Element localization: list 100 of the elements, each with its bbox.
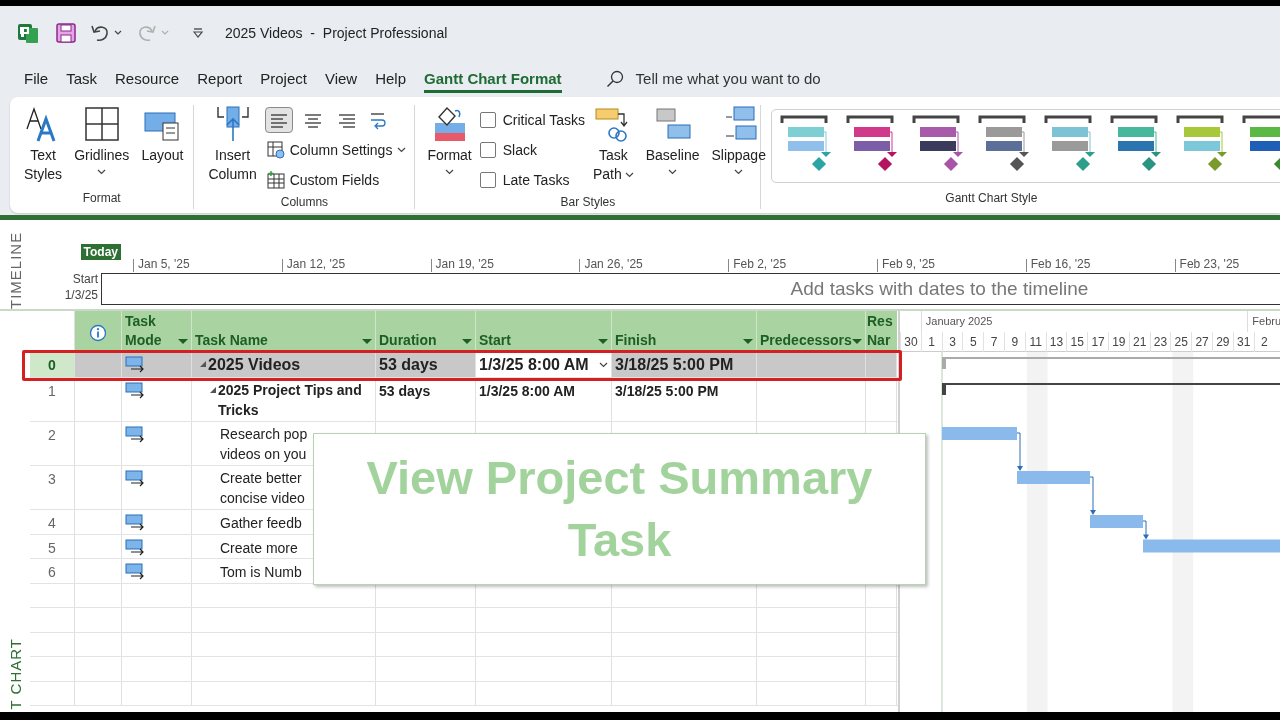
day-label: 21 <box>1128 332 1150 352</box>
ribbon-button[interactable]: Gridlines <box>70 105 134 191</box>
save-icon[interactable] <box>55 22 77 44</box>
summary-bar[interactable] <box>942 383 1280 395</box>
task-path-icon <box>595 108 628 142</box>
caret-icon <box>624 171 634 178</box>
row-number[interactable]: 3 <box>30 466 75 509</box>
filter-arrow-icon[interactable] <box>852 339 862 345</box>
dependency-arrow <box>1016 432 1023 471</box>
day-label: 5 <box>962 332 984 352</box>
group-label: Format <box>81 191 122 207</box>
day-label: 17 <box>1087 332 1108 352</box>
start-label: Start <box>72 271 99 287</box>
ribbon-button[interactable]: Task Path <box>588 105 638 195</box>
view-label: T CHART <box>6 637 24 709</box>
menu-tab[interactable]: Resource <box>115 60 194 97</box>
paint-bucket-icon <box>434 107 465 141</box>
layout-icon <box>144 112 179 141</box>
task-name: 2025 Project Tips and Tricks <box>218 381 362 420</box>
menu-tab[interactable]: View <box>324 60 372 97</box>
date-tick: Jan 5, '25 <box>133 259 282 272</box>
row-number[interactable]: 6 <box>30 559 75 583</box>
font-icon <box>26 107 56 143</box>
ribbon-button[interactable]: Format <box>423 105 476 195</box>
slippage-icon <box>725 106 757 140</box>
filter-arrow-icon[interactable] <box>598 339 608 345</box>
ribbon-button[interactable]: Slippage <box>707 105 770 195</box>
filter-arrow-icon[interactable] <box>743 339 753 345</box>
dependency-arrow <box>1089 476 1096 515</box>
customize-toolbar-icon[interactable] <box>191 26 205 40</box>
row-number[interactable]: 4 <box>30 510 75 534</box>
ribbon-button[interactable]: Insert Column <box>204 105 261 195</box>
custom-fields-button[interactable]: Custom Fields <box>264 165 409 195</box>
filter-arrow-icon[interactable] <box>362 339 372 345</box>
checkbox[interactable]: Late Tasks <box>479 165 585 195</box>
caret-icon[interactable] <box>114 30 122 36</box>
auto-schedule-icon <box>125 538 145 556</box>
caret-icon <box>97 169 107 175</box>
app-logo-icon[interactable] <box>17 22 39 44</box>
column-settings-button[interactable]: Column Settings <box>264 135 409 165</box>
caret-icon <box>668 169 678 175</box>
menu-tab[interactable]: Project <box>260 60 321 97</box>
day-label: 3 <box>941 332 963 352</box>
group-label: Columns <box>279 195 330 209</box>
month-label: January 2025 <box>925 315 993 327</box>
view-label: TIMELINE <box>6 230 24 309</box>
date-tick: Feb 16, '25 <box>1025 259 1175 272</box>
checkbox[interactable]: Slack <box>479 135 585 165</box>
day-label: 2 <box>1253 332 1275 352</box>
checkbox[interactable]: Critical Tasks <box>479 105 585 135</box>
dependency-arrow <box>1142 520 1149 540</box>
ribbon-button[interactable]: Baseline <box>641 105 704 195</box>
column-header[interactable]: Task Name <box>195 331 268 350</box>
finish-date-text: 3/18/25 5:00 PM <box>615 383 719 399</box>
auto-schedule-icon <box>125 356 145 373</box>
task-name: Create better concise video <box>220 469 305 508</box>
column-header[interactable]: Start <box>479 331 511 350</box>
window-title: 2025 Videos - Project Professional <box>225 25 448 41</box>
task-name: 2025 Videos <box>208 355 301 375</box>
day-label: 9 <box>1004 332 1025 352</box>
menu-tab[interactable]: File <box>24 60 63 97</box>
ribbon-button[interactable]: Text Styles <box>20 105 67 191</box>
filter-arrow-icon[interactable] <box>178 339 188 345</box>
caret-icon <box>397 147 407 153</box>
table-add-icon <box>266 171 285 189</box>
search-icon[interactable] <box>605 69 624 88</box>
day-label: 29 <box>1211 332 1233 352</box>
column-header[interactable]: Finish <box>615 331 657 350</box>
search-field[interactable]: Tell me what you want to do <box>635 70 821 87</box>
gridlines-icon <box>85 107 119 141</box>
caret-icon <box>599 361 608 368</box>
collapse-icon[interactable] <box>200 361 206 367</box>
info-icon <box>89 323 107 342</box>
ribbon-button[interactable]: Layout <box>137 105 188 191</box>
date-tick: Feb 23, '25 <box>1174 259 1280 272</box>
align-button[interactable] <box>264 107 293 133</box>
start-date-text: 1/3/25 8:00 AM <box>479 354 589 375</box>
date-tick: Jan 12, '25 <box>281 259 431 272</box>
auto-schedule-icon <box>125 426 145 443</box>
auto-schedule-icon <box>125 514 145 531</box>
menu-tab[interactable]: Help <box>375 60 421 97</box>
row-number[interactable]: 1 <box>30 378 75 421</box>
day-label: 30 <box>900 332 921 352</box>
caret-icon <box>445 169 455 175</box>
day-label: 1 <box>920 332 942 352</box>
menu-tab[interactable]: Gantt Chart Format <box>424 60 576 97</box>
collapse-icon[interactable] <box>210 387 216 393</box>
auto-schedule-icon <box>125 382 145 399</box>
duration-text: 53 days <box>379 356 438 373</box>
timeline-bar[interactable]: Add tasks with dates to the timeline <box>101 273 1280 305</box>
menu-tab[interactable]: Report <box>197 60 257 97</box>
start-date-text: 1/3/25 8:00 AM <box>479 383 575 399</box>
filter-arrow-icon[interactable] <box>462 339 472 345</box>
insert-column-icon <box>216 106 249 142</box>
row-number[interactable]: 2 <box>30 422 75 465</box>
menu-tab[interactable]: Task <box>66 60 111 97</box>
row-number[interactable]: 5 <box>30 534 75 558</box>
auto-schedule-icon <box>125 470 145 487</box>
row-number[interactable]: 0 <box>30 352 75 377</box>
group-label: Gantt Chart Style <box>944 191 1039 207</box>
